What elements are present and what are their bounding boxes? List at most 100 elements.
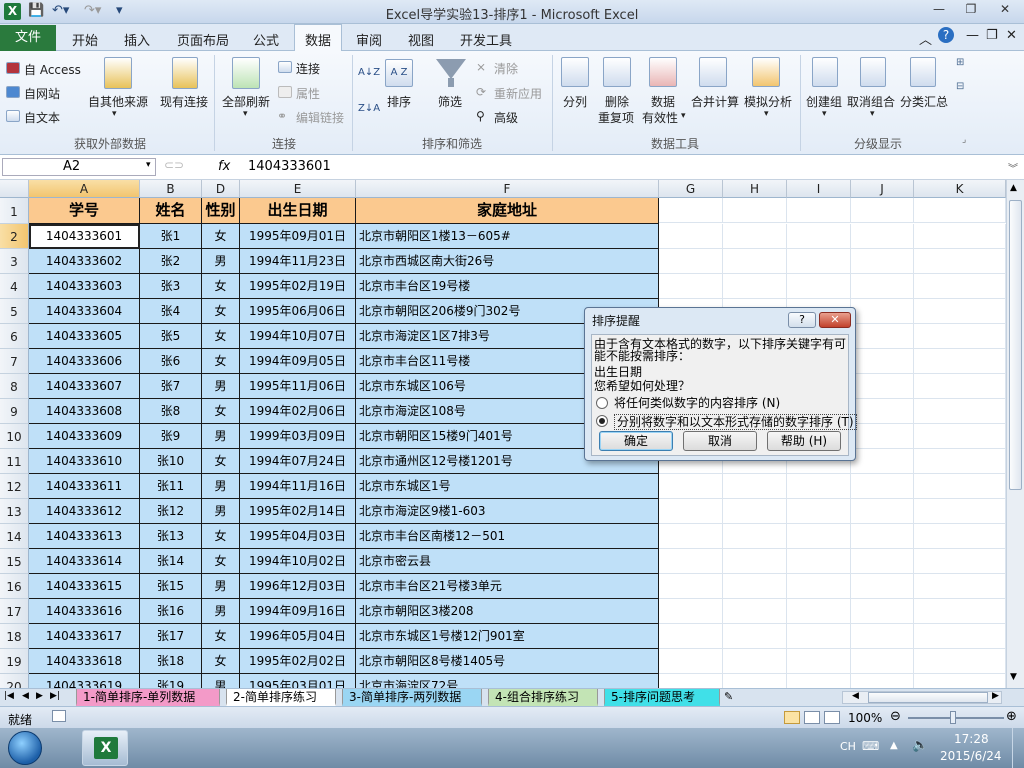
empty-cell[interactable] — [723, 474, 787, 499]
edit-links-button[interactable]: 编辑链接 — [296, 109, 344, 126]
tab-file[interactable]: 文件 — [0, 25, 56, 51]
remove-duplicates-button[interactable]: 删除 — [605, 93, 629, 110]
scroll-down-arrow-icon[interactable]: ▼ — [1010, 672, 1017, 682]
column-title-cell[interactable]: 姓名 — [140, 198, 202, 224]
page-break-view-icon[interactable] — [824, 711, 840, 724]
empty-cell[interactable] — [914, 524, 1006, 549]
ribbon-close-icon[interactable]: ✕ — [1006, 28, 1017, 43]
data-cell[interactable]: 女 — [202, 224, 240, 249]
empty-cell[interactable] — [851, 324, 914, 349]
maximize-button[interactable]: ❐ — [960, 2, 982, 20]
scroll-up-arrow-icon[interactable]: ▲ — [1010, 183, 1017, 193]
windows-start-button[interactable] — [8, 731, 42, 765]
scroll-left-arrow-icon[interactable]: ◀ — [852, 691, 859, 701]
data-cell[interactable]: 张3 — [140, 274, 202, 299]
empty-cell[interactable] — [723, 549, 787, 574]
empty-cell[interactable] — [787, 649, 851, 674]
empty-cell[interactable] — [851, 449, 914, 474]
data-cell[interactable]: 张9 — [140, 424, 202, 449]
empty-cell[interactable] — [787, 599, 851, 624]
data-cell[interactable]: 男 — [202, 674, 240, 688]
empty-cell[interactable] — [787, 674, 851, 688]
empty-cell[interactable] — [659, 224, 723, 249]
data-cell[interactable]: 张6 — [140, 349, 202, 374]
empty-cell[interactable] — [851, 649, 914, 674]
ribbon-collapse-icon[interactable]: ︿ — [919, 29, 932, 48]
empty-cell[interactable] — [851, 549, 914, 574]
data-cell[interactable]: 1404333607 — [29, 374, 140, 399]
taskbar-excel-button[interactable]: X — [82, 730, 128, 766]
data-cell[interactable]: 张17 — [140, 624, 202, 649]
column-header[interactable]: J — [851, 180, 914, 198]
sort-ascending-button[interactable]: A↓Z — [358, 67, 380, 78]
empty-cell[interactable] — [851, 674, 914, 688]
data-cell[interactable]: 1994年10月07日 — [240, 324, 356, 349]
data-cell[interactable]: 1404333611 — [29, 474, 140, 499]
column-title-cell[interactable]: 家庭地址 — [356, 198, 659, 224]
empty-cell[interactable] — [659, 624, 723, 649]
data-cell[interactable]: 1404333610 — [29, 449, 140, 474]
empty-cell[interactable] — [851, 224, 914, 249]
data-cell[interactable]: 张18 — [140, 649, 202, 674]
data-cell[interactable]: 女 — [202, 449, 240, 474]
data-cell[interactable]: 张4 — [140, 299, 202, 324]
empty-cell[interactable] — [659, 599, 723, 624]
create-group-dropdown-icon[interactable]: ▾ — [822, 109, 827, 119]
expand-formula-bar-icon[interactable]: ︾ — [1008, 160, 1018, 175]
row-header[interactable]: 2 — [0, 224, 29, 249]
data-cell[interactable]: 男 — [202, 574, 240, 599]
data-cell[interactable]: 北京市朝阳区8号楼1405号 — [356, 649, 659, 674]
data-cell[interactable]: 1995年11月06日 — [240, 374, 356, 399]
empty-cell[interactable] — [851, 499, 914, 524]
empty-cell[interactable] — [914, 449, 1006, 474]
empty-cell[interactable] — [851, 374, 914, 399]
option-sort-separately-label[interactable]: 分别将数字和以文本形式存储的数字排序 (T) — [614, 414, 857, 430]
page-layout-view-icon[interactable] — [804, 711, 820, 724]
sheet-nav-next-icon[interactable]: ▶ — [36, 691, 43, 701]
sort-descending-button[interactable]: Z↓A — [358, 103, 380, 114]
empty-cell[interactable] — [787, 249, 851, 274]
column-title-cell[interactable]: 学号 — [29, 198, 140, 224]
empty-cell[interactable] — [914, 474, 1006, 499]
clear-filter-button[interactable]: 清除 — [494, 60, 518, 77]
tab-data[interactable]: 数据 — [294, 24, 343, 52]
reapply-button[interactable]: 重新应用 — [494, 85, 542, 102]
hide-detail-icon[interactable]: ⊟ — [956, 81, 964, 92]
ungroup-button[interactable]: 取消组合 — [847, 93, 895, 110]
empty-cell[interactable] — [787, 549, 851, 574]
tab-developer[interactable]: 开发工具 — [460, 30, 512, 49]
empty-cell[interactable] — [851, 624, 914, 649]
column-header[interactable]: K — [914, 180, 1006, 198]
data-cell[interactable]: 张7 — [140, 374, 202, 399]
properties-button[interactable]: 属性 — [296, 85, 320, 102]
data-cell[interactable]: 1999年03月09日 — [240, 424, 356, 449]
empty-cell[interactable] — [851, 599, 914, 624]
empty-cell[interactable] — [787, 574, 851, 599]
name-box[interactable]: A2 — [2, 158, 156, 176]
dialog-close-button[interactable]: ✕ — [819, 312, 851, 328]
empty-cell[interactable] — [914, 674, 1006, 688]
show-detail-icon[interactable]: ⊞ — [956, 57, 964, 68]
column-header[interactable]: B — [140, 180, 202, 198]
data-cell[interactable]: 北京市丰台区南楼12－501 — [356, 524, 659, 549]
data-cell[interactable]: 女 — [202, 274, 240, 299]
create-group-button[interactable]: 创建组 — [806, 93, 842, 110]
data-cell[interactable]: 1995年02月02日 — [240, 649, 356, 674]
zoom-in-icon[interactable]: ⊕ — [1006, 709, 1017, 724]
insert-sheet-icon[interactable]: ✎ — [724, 690, 733, 703]
empty-cell[interactable] — [914, 574, 1006, 599]
row-header[interactable]: 14 — [0, 524, 29, 549]
empty-cell[interactable] — [914, 324, 1006, 349]
dialog-launcher-icon[interactable]: ⌟ — [962, 135, 966, 145]
formula-bar-handle-icon[interactable]: ⊂⊃ — [164, 158, 184, 172]
data-cell[interactable]: 张14 — [140, 549, 202, 574]
data-cell[interactable]: 1994年02月06日 — [240, 399, 356, 424]
empty-cell[interactable] — [723, 249, 787, 274]
row-header[interactable]: 9 — [0, 399, 29, 424]
data-cell[interactable]: 1994年09月05日 — [240, 349, 356, 374]
empty-cell[interactable] — [659, 549, 723, 574]
data-validation-button[interactable]: 数据 — [651, 93, 675, 110]
other-sources-dropdown-icon[interactable]: ▾ — [112, 109, 117, 119]
text-to-columns-button[interactable]: 分列 — [563, 93, 587, 110]
data-cell[interactable]: 1404333612 — [29, 499, 140, 524]
